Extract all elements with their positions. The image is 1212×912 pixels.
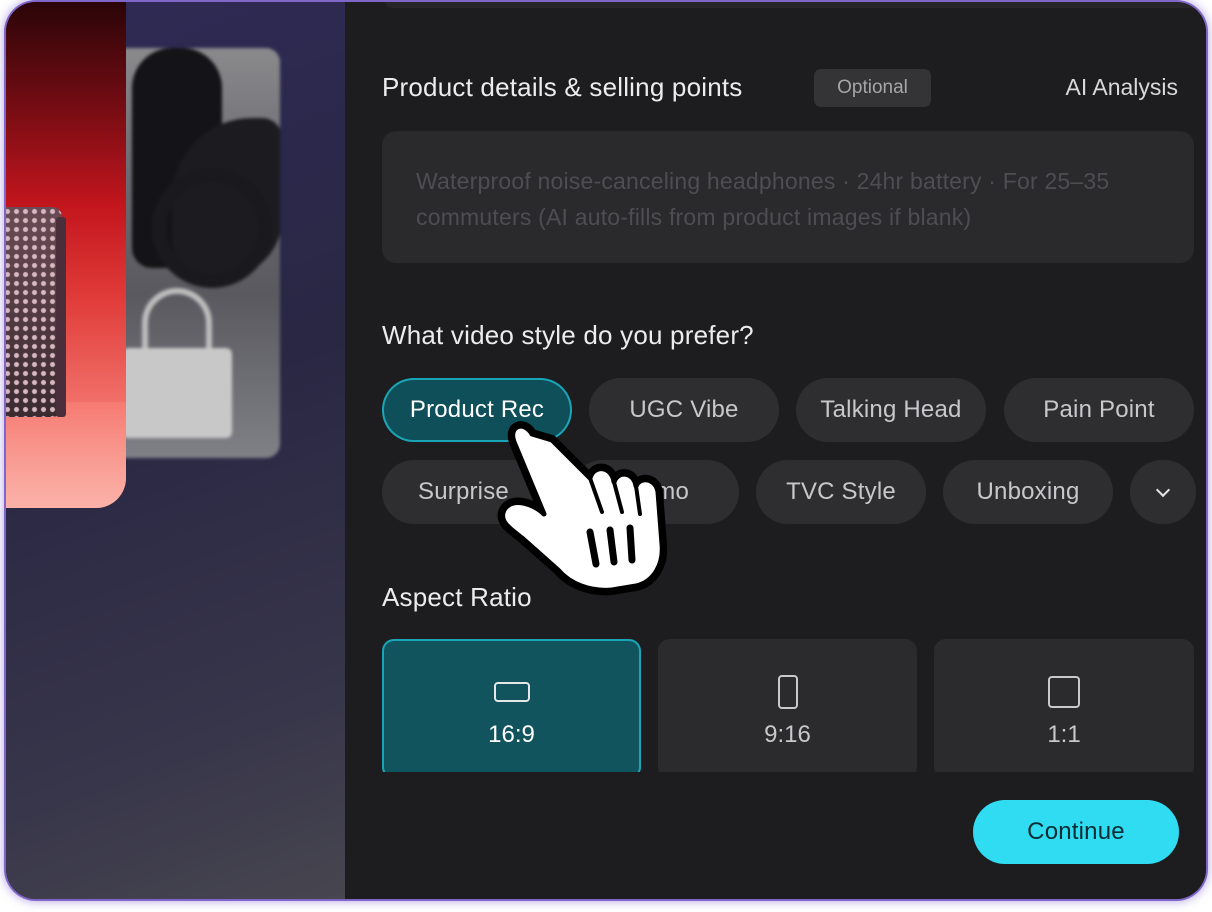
portrait-icon — [777, 675, 798, 709]
style-chip-pain-point[interactable]: Pain Point — [1004, 378, 1194, 442]
top-input-edge — [385, 2, 1205, 8]
ai-analysis-link[interactable]: AI Analysis — [1066, 74, 1179, 101]
details-title: Product details & selling points — [382, 72, 743, 102]
style-chip-tvc-style[interactable]: TVC Style — [756, 460, 926, 524]
chevron-down-icon — [1155, 482, 1171, 497]
settings-form: Product details & selling points Optiona… — [345, 2, 1206, 899]
aspect-option-9-16[interactable]: 9:16 — [658, 639, 917, 779]
details-textarea[interactable]: Waterproof noise-canceling headphones · … — [382, 131, 1194, 263]
aspect-label: 16:9 — [488, 721, 535, 748]
style-question: What video style do you prefer? — [382, 320, 754, 350]
more-styles-button[interactable] — [1130, 460, 1196, 524]
product-preview-image — [6, 2, 126, 508]
aspect-label: 9:16 — [764, 721, 811, 748]
example-video-thumbnail — [112, 48, 280, 458]
continue-button[interactable]: Continue — [973, 800, 1179, 864]
style-chip-talking-head[interactable]: Talking Head — [796, 378, 986, 442]
aspect-option-16-9[interactable]: 16:9 — [382, 639, 641, 779]
details-placeholder: Waterproof noise-canceling headphones · … — [416, 168, 1110, 230]
aspect-label: 1:1 — [1047, 721, 1081, 748]
aspect-option-1-1[interactable]: 1:1 — [934, 639, 1194, 779]
style-chip-unboxing[interactable]: Unboxing — [943, 460, 1113, 524]
app-window: Product details & selling points Optiona… — [6, 2, 1206, 899]
landscape-icon — [493, 682, 530, 702]
square-icon — [1048, 676, 1080, 708]
optional-badge: Optional — [814, 69, 931, 107]
hand-pointer-cursor-icon — [497, 421, 668, 596]
preview-panel — [6, 2, 345, 899]
